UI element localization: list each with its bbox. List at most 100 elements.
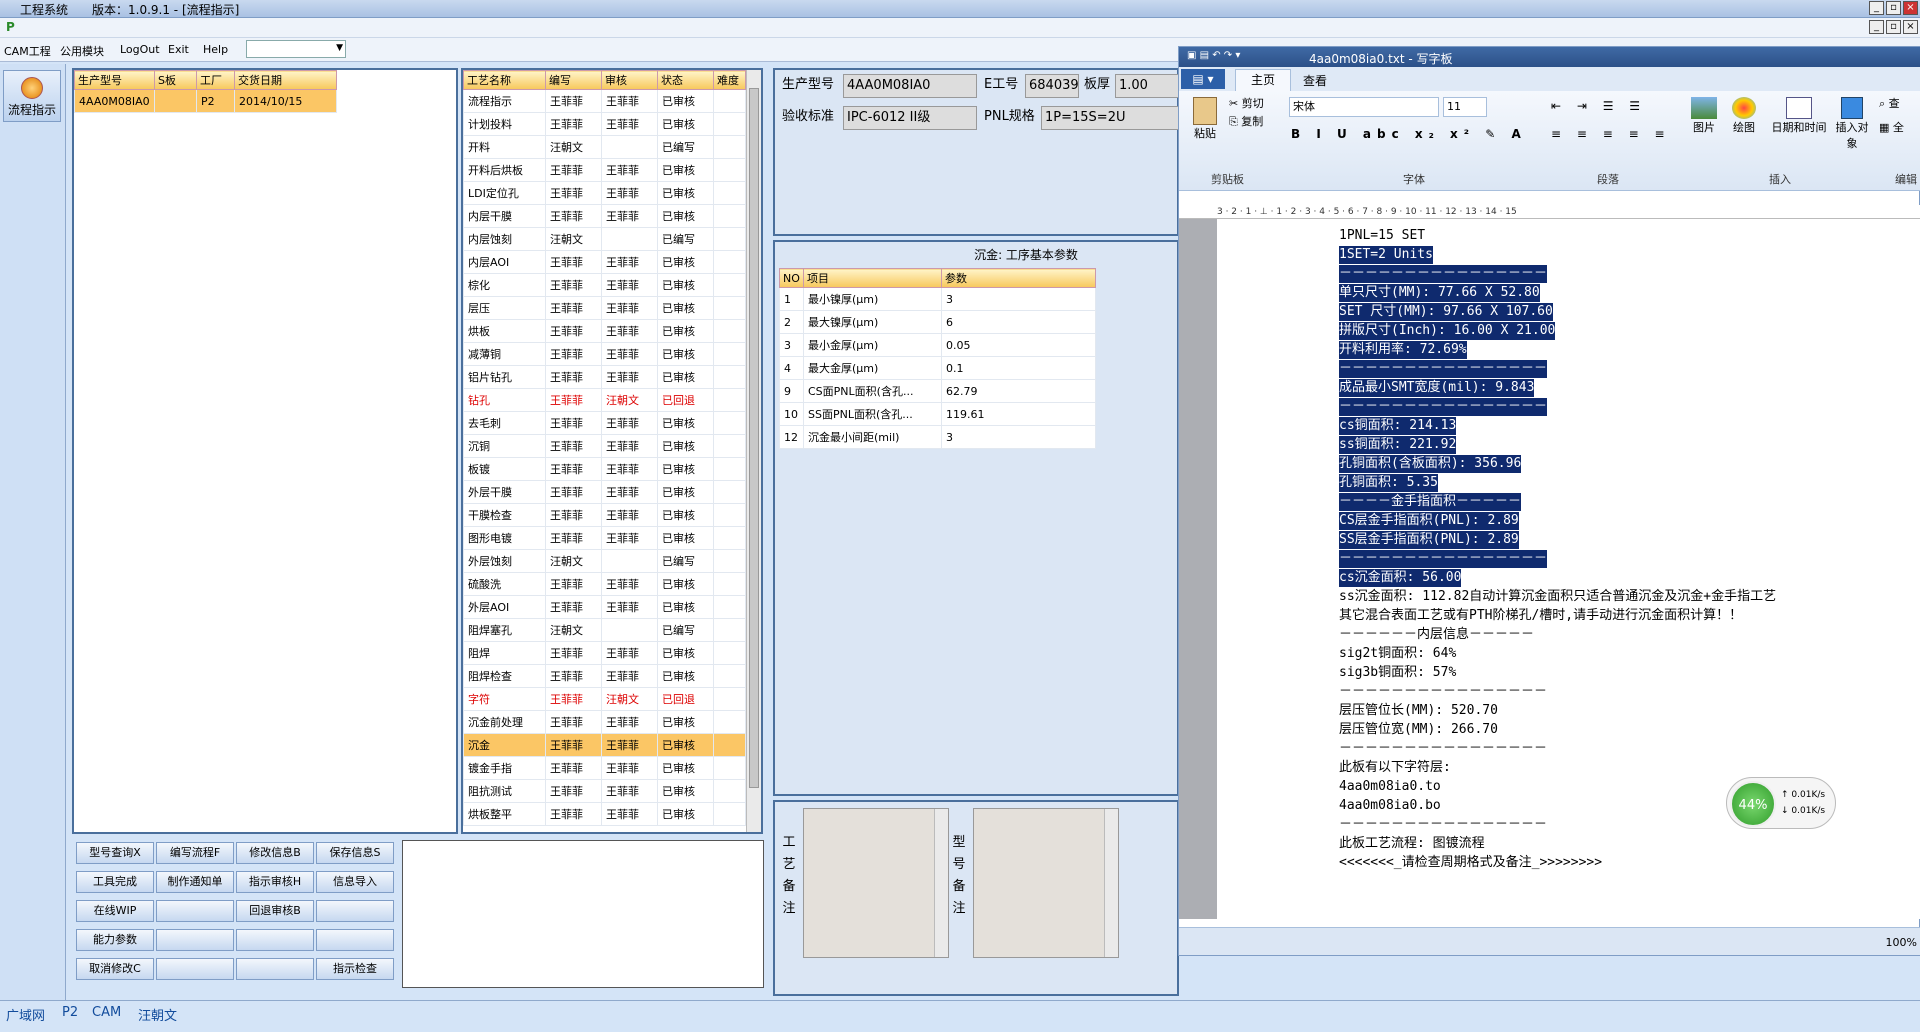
action-button[interactable] bbox=[236, 929, 314, 951]
process-row[interactable]: 减薄铜 王菲菲 王菲菲 已审核 bbox=[463, 342, 746, 366]
process-col-header[interactable]: 工艺名称 bbox=[463, 70, 546, 90]
picture-button[interactable]: 图片 bbox=[1687, 97, 1721, 135]
action-button[interactable]: 指示检查 bbox=[316, 958, 394, 980]
process-row[interactable]: 阻焊检查 王菲菲 王菲菲 已审核 bbox=[463, 664, 746, 688]
action-button[interactable]: 保存信息S bbox=[316, 842, 394, 864]
mdi-minimize-button[interactable]: _ bbox=[1869, 20, 1884, 34]
process-row[interactable]: 钻孔 王菲菲 汪朝文 已回退 bbox=[463, 388, 746, 412]
params-row[interactable]: 12 沉金最小间距(mil) 3 bbox=[779, 425, 1096, 449]
scroll-thumb[interactable] bbox=[749, 88, 759, 788]
order-col-header[interactable]: 工厂 bbox=[196, 70, 235, 90]
params-row[interactable]: 4 最大金厚(μm) 0.1 bbox=[779, 356, 1096, 380]
process-col-header[interactable]: 审核 bbox=[601, 70, 658, 90]
copy-button[interactable]: ⎘ 复制 bbox=[1229, 113, 1263, 129]
process-row[interactable]: 开料 汪朝文 已编写 bbox=[463, 135, 746, 159]
process-row[interactable]: 镀金手指 王菲菲 王菲菲 已审核 bbox=[463, 756, 746, 780]
process-row[interactable]: 计划投料 王菲菲 王菲菲 已审核 bbox=[463, 112, 746, 136]
close-button[interactable]: × bbox=[1903, 1, 1918, 15]
params-row[interactable]: 9 CS面PNL面积(含孔... 62.79 bbox=[779, 379, 1096, 403]
action-button[interactable] bbox=[156, 929, 234, 951]
params-row[interactable]: 10 SS面PNL面积(含孔... 119.61 bbox=[779, 402, 1096, 426]
action-button[interactable]: 型号查询X bbox=[76, 842, 154, 864]
process-row[interactable]: 外层AOI 王菲菲 王菲菲 已审核 bbox=[463, 595, 746, 619]
params-row[interactable]: 1 最小镍厚(μm) 3 bbox=[779, 287, 1096, 311]
select-all-button[interactable]: ▦ 全 bbox=[1879, 119, 1904, 135]
action-button[interactable]: 回退审核B bbox=[236, 900, 314, 922]
params-col-header[interactable]: NO bbox=[779, 268, 804, 288]
params-col-header[interactable]: 参数 bbox=[941, 268, 1096, 288]
action-button[interactable] bbox=[156, 958, 234, 980]
action-button[interactable]: 在线WIP bbox=[76, 900, 154, 922]
process-col-header[interactable]: 编写 bbox=[545, 70, 602, 90]
process-row[interactable]: 沉铜 王菲菲 王菲菲 已审核 bbox=[463, 434, 746, 458]
order-col-header[interactable]: 生产型号 bbox=[74, 70, 155, 90]
action-button[interactable]: 编写流程F bbox=[156, 842, 234, 864]
process-row[interactable]: 去毛刺 王菲菲 王菲菲 已审核 bbox=[463, 411, 746, 435]
process-col-header[interactable]: 难度 bbox=[713, 70, 746, 90]
align-buttons[interactable]: ≡ ≡ ≡ ≡ ≡ bbox=[1551, 127, 1671, 141]
process-row[interactable]: 字符 王菲菲 汪朝文 已回退 bbox=[463, 687, 746, 711]
process-row[interactable]: 硫酸洗 王菲菲 王菲菲 已审核 bbox=[463, 572, 746, 596]
toolbar-combo[interactable]: ▼ bbox=[246, 40, 346, 58]
process-row[interactable]: 外层干膜 王菲菲 王菲菲 已审核 bbox=[463, 480, 746, 504]
action-button[interactable]: 修改信息B bbox=[236, 842, 314, 864]
font-name-select[interactable]: 宋体 bbox=[1289, 97, 1439, 117]
action-button[interactable] bbox=[236, 958, 314, 980]
ruler[interactable]: 3 · 2 · 1 · ⊥ · 1 · 2 · 3 · 4 · 5 · 6 · … bbox=[1179, 205, 1920, 219]
datetime-button[interactable]: 日期和时间 bbox=[1767, 97, 1831, 135]
action-button[interactable]: 信息导入 bbox=[316, 871, 394, 893]
paste-button[interactable]: 粘贴 bbox=[1187, 97, 1223, 141]
mdi-restore-button[interactable]: ▫ bbox=[1886, 20, 1901, 34]
action-button[interactable]: 制作通知单 bbox=[156, 871, 234, 893]
action-button[interactable] bbox=[316, 900, 394, 922]
action-button[interactable] bbox=[156, 900, 234, 922]
process-row[interactable]: 外层蚀刻 汪朝文 已编写 bbox=[463, 549, 746, 573]
process-col-header[interactable]: 状态 bbox=[657, 70, 714, 90]
menu-cam[interactable]: CAM工程 bbox=[4, 43, 51, 59]
params-row[interactable]: 3 最小金厚(μm) 0.05 bbox=[779, 333, 1096, 357]
quick-access-icons[interactable]: ▣ ▤ ↶ ↷ ▾ bbox=[1187, 50, 1240, 61]
menu-logout[interactable]: LogOut bbox=[120, 43, 160, 56]
process-row[interactable]: 层压 王菲菲 王菲菲 已审核 bbox=[463, 296, 746, 320]
process-row[interactable]: 阻抗测试 王菲菲 王菲菲 已审核 bbox=[463, 779, 746, 803]
process-row[interactable]: 开料后烘板 王菲菲 王菲菲 已审核 bbox=[463, 158, 746, 182]
process-scrollbar[interactable] bbox=[746, 70, 761, 832]
process-row[interactable]: 干膜检查 王菲菲 王菲菲 已审核 bbox=[463, 503, 746, 527]
insert-object-button[interactable]: 插入对象 bbox=[1835, 97, 1869, 151]
tab-home[interactable]: 主页 bbox=[1235, 69, 1291, 91]
paint-button[interactable]: 绘图 bbox=[1727, 97, 1761, 135]
process-row[interactable]: 烘板整平 王菲菲 王菲菲 已审核 bbox=[463, 802, 746, 826]
action-button[interactable]: 工具完成 bbox=[76, 871, 154, 893]
menu-exit[interactable]: Exit bbox=[168, 43, 189, 56]
process-row[interactable]: 内层干膜 王菲菲 王菲菲 已审核 bbox=[463, 204, 746, 228]
process-row[interactable]: LDI定位孔 王菲菲 王菲菲 已审核 bbox=[463, 181, 746, 205]
action-button[interactable]: 指示审核H bbox=[236, 871, 314, 893]
file-menu-button[interactable]: ▤ ▾ bbox=[1181, 69, 1225, 89]
params-row[interactable]: 2 最大镍厚(μm) 6 bbox=[779, 310, 1096, 334]
mdi-close-button[interactable]: × bbox=[1903, 20, 1918, 34]
order-col-header[interactable]: S板 bbox=[154, 70, 197, 90]
process-row[interactable]: 阻焊 王菲菲 王菲菲 已审核 bbox=[463, 641, 746, 665]
process-remark-textbox[interactable] bbox=[803, 808, 949, 958]
process-row[interactable]: 铝片钻孔 王菲菲 王菲菲 已审核 bbox=[463, 365, 746, 389]
order-row[interactable]: 4AA0M08IA0 P2 2014/10/15 bbox=[74, 89, 337, 113]
zoom-level[interactable]: 100% bbox=[1886, 936, 1917, 949]
process-row[interactable]: 流程指示 王菲菲 王菲菲 已审核 bbox=[463, 89, 746, 113]
process-row[interactable]: 烘板 王菲菲 王菲菲 已审核 bbox=[463, 319, 746, 343]
action-button[interactable] bbox=[316, 929, 394, 951]
notes-textbox[interactable] bbox=[402, 840, 764, 988]
font-style-buttons[interactable]: B I U abc x₂ x² ✎ A bbox=[1291, 127, 1527, 141]
model-remark-scrollbar[interactable] bbox=[1104, 809, 1118, 957]
process-row[interactable]: 沉金前处理 王菲菲 王菲菲 已审核 bbox=[463, 710, 746, 734]
process-guide-button[interactable]: 流程指示 bbox=[3, 70, 61, 122]
process-row[interactable]: 内层蚀刻 汪朝文 已编写 bbox=[463, 227, 746, 251]
paragraph-buttons[interactable]: ⇤ ⇥ ☰ ☰ bbox=[1551, 99, 1646, 113]
process-row[interactable]: 沉金 王菲菲 王菲菲 已审核 bbox=[463, 733, 746, 757]
process-remark-scrollbar[interactable] bbox=[934, 809, 948, 957]
tab-view[interactable]: 查看 bbox=[1303, 72, 1327, 89]
params-col-header[interactable]: 项目 bbox=[803, 268, 942, 288]
process-row[interactable]: 棕化 王菲菲 王菲菲 已审核 bbox=[463, 273, 746, 297]
process-row[interactable]: 图形电镀 王菲菲 王菲菲 已审核 bbox=[463, 526, 746, 550]
font-size-select[interactable]: 11 bbox=[1443, 97, 1487, 117]
menu-help[interactable]: Help bbox=[203, 43, 228, 56]
